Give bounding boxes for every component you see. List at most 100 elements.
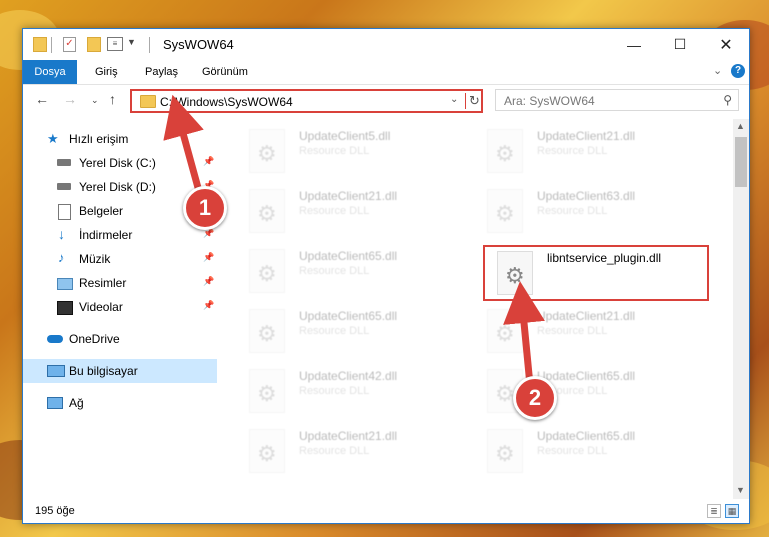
sidebar-item-label: Videolar bbox=[79, 300, 123, 314]
navigation-pane: ★ Hızlı erişim Yerel Disk (C:) 📌 Yerel D… bbox=[23, 125, 217, 487]
title-bar: ✓ ≡ ▼ SysWOW64 — ☐ ✕ bbox=[23, 29, 749, 60]
sidebar-item-local-disk-c[interactable]: Yerel Disk (C:) 📌 bbox=[23, 151, 217, 175]
properties-icon[interactable]: ✓ bbox=[63, 37, 76, 52]
gear-icon: ⚙ bbox=[257, 441, 277, 466]
sidebar-item-quick-access[interactable]: ★ Hızlı erişim bbox=[23, 127, 217, 151]
large-icons-view-icon[interactable]: ▦ bbox=[725, 504, 739, 518]
pin-icon: 📌 bbox=[203, 156, 215, 166]
gear-icon: ⚙ bbox=[495, 201, 515, 226]
new-folder-icon[interactable] bbox=[87, 37, 101, 52]
up-arrow-icon[interactable]: ↑ bbox=[109, 91, 116, 107]
file-item[interactable]: ⚙ UpdateClient65.dll Resource DLL bbox=[243, 245, 479, 301]
file-item[interactable]: ⚙ UpdateClient63.dll Resource DLL bbox=[481, 185, 717, 241]
pin-icon: 📌 bbox=[203, 276, 215, 286]
gear-icon: ⚙ bbox=[495, 381, 515, 406]
search-input[interactable]: Ara: SysWOW64 ⚲ bbox=[495, 89, 739, 111]
sidebar-item-label: Yerel Disk (D:) bbox=[79, 180, 156, 194]
file-name: UpdateClient63.dll bbox=[537, 189, 636, 203]
dll-file-icon: ⚙ bbox=[249, 129, 285, 173]
sidebar-item-label: İndirmeler bbox=[79, 228, 133, 242]
separator bbox=[465, 93, 466, 109]
forward-arrow-icon[interactable]: → bbox=[63, 91, 77, 107]
chevron-down-icon[interactable]: ⌄ bbox=[450, 94, 458, 105]
tab-file[interactable]: Dosya bbox=[23, 60, 77, 84]
sidebar-item-onedrive[interactable]: OneDrive bbox=[23, 327, 217, 351]
sidebar-item-this-pc[interactable]: Bu bilgisayar bbox=[23, 359, 217, 383]
file-type: Resource DLL bbox=[299, 325, 370, 337]
dll-file-icon: ⚙ bbox=[487, 189, 523, 233]
gear-icon: ⚙ bbox=[257, 201, 277, 226]
star-icon: ★ bbox=[47, 131, 59, 146]
video-icon bbox=[57, 301, 73, 315]
sidebar-item-label: Bu bilgisayar bbox=[69, 364, 138, 378]
computer-icon bbox=[47, 365, 65, 377]
dll-file-icon: ⚙ bbox=[249, 189, 285, 233]
file-item[interactable]: ⚙ UpdateClient42.dll Resource DLL bbox=[243, 365, 479, 421]
pin-icon: 📌 bbox=[203, 300, 215, 310]
file-type: Resource DLL bbox=[299, 445, 370, 457]
file-item[interactable]: ⚙ UpdateClient21.dll Resource DLL bbox=[481, 125, 717, 181]
dll-file-icon: ⚙ bbox=[249, 369, 285, 413]
file-name: UpdateClient5.dll bbox=[299, 129, 391, 143]
gear-icon: ⚙ bbox=[257, 141, 277, 166]
maximize-button[interactable]: ☐ bbox=[657, 29, 703, 60]
file-name: UpdateClient21.dll bbox=[537, 309, 636, 323]
tab-share[interactable]: Paylaş bbox=[143, 60, 180, 84]
file-item[interactable]: ⚙ UpdateClient65.dll Resource DLL bbox=[481, 425, 717, 481]
music-icon: ♪ bbox=[58, 250, 65, 265]
navigation-bar: ← → ⌄ ↑ C:\Windows\SysWOW64 ⌄ ↻ Ara: Sys… bbox=[23, 85, 749, 117]
refresh-icon[interactable]: ↻ bbox=[469, 93, 480, 109]
scroll-down-icon[interactable]: ▼ bbox=[736, 485, 745, 495]
file-name: UpdateClient65.dll bbox=[299, 249, 398, 263]
scroll-up-icon[interactable]: ▲ bbox=[736, 121, 745, 131]
search-icon[interactable]: ⚲ bbox=[723, 93, 732, 107]
folder-icon[interactable] bbox=[33, 37, 47, 52]
file-type: Resource DLL bbox=[299, 385, 370, 397]
gear-icon: ⚙ bbox=[257, 321, 277, 346]
gear-icon: ⚙ bbox=[257, 261, 277, 286]
address-path: C:\Windows\SysWOW64 bbox=[160, 95, 293, 109]
file-item[interactable]: ⚙ UpdateClient65.dll Resource DLL bbox=[243, 305, 479, 361]
sidebar-item-pictures[interactable]: Resimler 📌 bbox=[23, 271, 217, 295]
search-placeholder: Ara: SysWOW64 bbox=[504, 94, 595, 108]
sidebar-item-videos[interactable]: Videolar 📌 bbox=[23, 295, 217, 319]
gear-icon: ⚙ bbox=[495, 441, 515, 466]
status-bar: 195 öğe ≣ ▦ bbox=[23, 501, 749, 523]
expand-ribbon-icon[interactable]: ⌄ bbox=[713, 64, 722, 77]
drive-icon bbox=[57, 183, 71, 190]
file-item[interactable]: ⚙ UpdateClient5.dll Resource DLL bbox=[243, 125, 479, 181]
tab-view[interactable]: Görünüm bbox=[200, 60, 250, 84]
file-list: ⚙ UpdateClient5.dll Resource DLL ⚙ Updat… bbox=[233, 125, 731, 487]
recent-locations-icon[interactable]: ⌄ bbox=[91, 95, 99, 106]
details-view-icon[interactable]: ≣ bbox=[707, 504, 721, 518]
sidebar-item-music[interactable]: ♪ Müzik 📌 bbox=[23, 247, 217, 271]
view-menu-icon[interactable]: ≡ bbox=[107, 37, 123, 51]
file-name: UpdateClient65.dll bbox=[537, 369, 636, 383]
file-name: UpdateClient65.dll bbox=[299, 309, 398, 323]
sidebar-item-downloads[interactable]: ↓ İndirmeler 📌 bbox=[23, 223, 217, 247]
vertical-scrollbar[interactable]: ▲ ▼ bbox=[733, 119, 749, 499]
sidebar-item-network[interactable]: Ağ bbox=[23, 391, 217, 415]
address-bar[interactable]: C:\Windows\SysWOW64 ⌄ ↻ bbox=[130, 89, 483, 113]
sidebar-item-label: Belgeler bbox=[79, 204, 124, 218]
gear-icon: ⚙ bbox=[495, 321, 515, 346]
file-item[interactable]: ⚙ UpdateClient21.dll Resource DLL bbox=[243, 425, 479, 481]
pin-icon: 📌 bbox=[203, 252, 215, 262]
file-type: Resource DLL bbox=[537, 445, 608, 457]
scroll-thumb[interactable] bbox=[735, 137, 747, 187]
file-item[interactable]: ⚙ UpdateClient21.dll Resource DLL bbox=[481, 305, 717, 361]
file-type: Resource DLL bbox=[537, 205, 608, 217]
gear-icon: ⚙ bbox=[257, 381, 277, 406]
download-icon: ↓ bbox=[58, 226, 65, 242]
file-item[interactable]: ⚙ UpdateClient21.dll Resource DLL bbox=[243, 185, 479, 241]
help-icon[interactable]: ? bbox=[731, 64, 745, 78]
minimize-button[interactable]: — bbox=[611, 29, 657, 60]
pictures-icon bbox=[57, 278, 73, 290]
tab-home[interactable]: Giriş bbox=[93, 60, 120, 84]
network-icon bbox=[47, 397, 63, 409]
file-name: UpdateClient21.dll bbox=[537, 129, 636, 143]
chevron-down-icon[interactable]: ▼ bbox=[127, 37, 136, 53]
close-button[interactable]: ✕ bbox=[703, 29, 749, 60]
back-arrow-icon[interactable]: ← bbox=[35, 91, 49, 107]
sidebar-item-label: Yerel Disk (C:) bbox=[79, 156, 156, 170]
